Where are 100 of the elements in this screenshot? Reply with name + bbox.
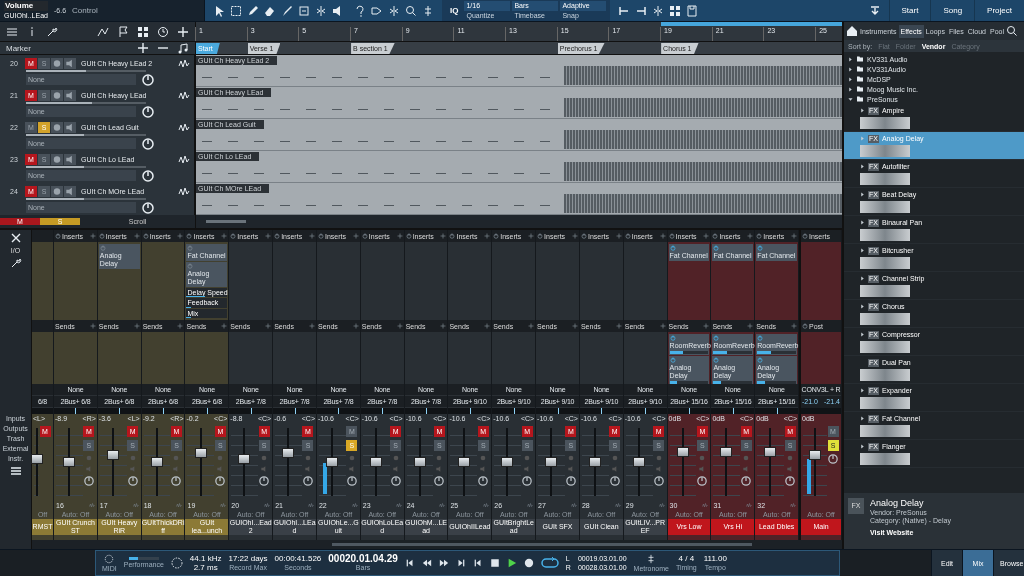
- split-tool-icon[interactable]: [315, 4, 327, 17]
- fader-thumb[interactable]: [369, 457, 382, 467]
- fader-thumb[interactable]: [282, 448, 295, 459]
- pan-knob-icon[interactable]: [609, 476, 620, 486]
- power-icon[interactable]: [713, 245, 720, 251]
- send-level-fill[interactable]: [713, 381, 722, 384]
- scrollbar-thumb[interactable]: [206, 220, 246, 223]
- fader-thumb[interactable]: [194, 448, 207, 459]
- caret-icon[interactable]: [860, 276, 865, 281]
- caret-icon[interactable]: [860, 248, 865, 253]
- rewind-icon[interactable]: [421, 558, 432, 568]
- download-icon[interactable]: [868, 4, 881, 17]
- fader-thumb[interactable]: [720, 446, 733, 457]
- play-icon[interactable]: [506, 558, 517, 568]
- return-to-zero-icon[interactable]: [472, 558, 483, 568]
- power-icon[interactable]: [580, 233, 587, 239]
- power-icon[interactable]: [361, 233, 368, 239]
- track-list-icon[interactable]: [6, 25, 18, 38]
- knob-icon[interactable]: [828, 454, 838, 464]
- record-arm-icon[interactable]: [51, 89, 63, 101]
- close-icon[interactable]: [9, 232, 22, 244]
- monitor-icon[interactable]: [64, 153, 76, 165]
- power-icon[interactable]: [713, 357, 720, 363]
- eraser-tool-icon[interactable]: [264, 4, 276, 17]
- scrollbar-thumb[interactable]: [332, 543, 752, 546]
- home-icon[interactable]: [846, 25, 858, 37]
- caret-icon[interactable]: [860, 444, 865, 449]
- timecode-icon[interactable]: [157, 25, 169, 38]
- marker-track-icon[interactable]: [117, 25, 129, 38]
- search-icon[interactable]: [1006, 25, 1019, 37]
- pan-knob-icon[interactable]: [346, 476, 357, 486]
- settings-icon[interactable]: [9, 257, 22, 269]
- power-icon[interactable]: [230, 233, 237, 239]
- settings-icon[interactable]: [46, 25, 58, 38]
- page-button[interactable]: Start: [888, 0, 931, 21]
- pan-knob-icon[interactable]: [478, 476, 489, 486]
- layout-icon[interactable]: [669, 4, 682, 17]
- send-level-slider[interactable]: [669, 381, 709, 384]
- input-monitor-icon[interactable]: [142, 73, 154, 86]
- power-icon[interactable]: [713, 335, 720, 341]
- caret-icon[interactable]: [848, 86, 853, 92]
- save-icon[interactable]: [686, 4, 699, 17]
- power-icon[interactable]: [274, 233, 281, 239]
- caret-icon[interactable]: [848, 56, 853, 62]
- sync-icon[interactable]: [170, 557, 183, 569]
- fader-thumb[interactable]: [632, 457, 645, 467]
- caret-icon[interactable]: [860, 108, 865, 113]
- caret-icon[interactable]: [860, 164, 865, 169]
- pan-knob-icon[interactable]: [215, 476, 226, 486]
- pan-knob-icon[interactable]: [127, 476, 138, 486]
- arrow-tool-icon[interactable]: [213, 4, 225, 17]
- power-icon[interactable]: [756, 233, 763, 239]
- fader-thumb[interactable]: [808, 450, 821, 461]
- caret-icon[interactable]: [860, 388, 865, 393]
- add-track-icon[interactable]: [177, 25, 189, 38]
- fader-thumb[interactable]: [63, 457, 76, 467]
- pan-knob-icon[interactable]: [697, 476, 708, 486]
- power-icon[interactable]: [449, 233, 456, 239]
- add-marker-icon[interactable]: [137, 42, 149, 54]
- fader-thumb[interactable]: [457, 457, 470, 467]
- input-monitor-icon[interactable]: [142, 201, 154, 214]
- record-icon[interactable]: [523, 558, 534, 568]
- page-button[interactable]: Project: [974, 0, 1024, 21]
- input-monitor-icon[interactable]: [142, 169, 154, 182]
- fader-thumb[interactable]: [501, 457, 514, 467]
- power-icon[interactable]: [712, 233, 719, 239]
- waveform-icon[interactable]: [178, 121, 190, 133]
- previous-icon[interactable]: [404, 558, 415, 568]
- scrollbar[interactable]: [195, 215, 842, 228]
- caret-icon[interactable]: [860, 192, 865, 197]
- power-icon[interactable]: [142, 233, 149, 239]
- pan-knob-icon[interactable]: [302, 476, 313, 486]
- record-arm-icon[interactable]: [51, 121, 63, 133]
- power-icon[interactable]: [55, 233, 61, 239]
- power-icon[interactable]: [624, 233, 631, 239]
- waveform-icon[interactable]: [178, 153, 190, 165]
- power-icon[interactable]: [537, 233, 544, 239]
- pan-knob-icon[interactable]: [785, 476, 796, 486]
- fader-thumb[interactable]: [238, 454, 251, 465]
- loop-icon[interactable]: [540, 557, 559, 569]
- waveform-icon[interactable]: [178, 89, 190, 101]
- record-arm-icon[interactable]: [51, 153, 63, 165]
- waveform-icon[interactable]: [178, 57, 190, 69]
- caret-icon[interactable]: [848, 96, 853, 102]
- metronome-icon[interactable]: [646, 553, 657, 564]
- caret-icon[interactable]: [860, 304, 865, 309]
- power-icon[interactable]: [669, 245, 676, 251]
- monitor-icon[interactable]: [64, 57, 76, 69]
- record-arm-icon[interactable]: [51, 57, 63, 69]
- waveform-icon[interactable]: [178, 185, 190, 197]
- snap-start-icon[interactable]: [618, 4, 631, 17]
- monitor-icon[interactable]: [64, 185, 76, 197]
- pan-knob-icon[interactable]: [653, 476, 664, 486]
- power-icon[interactable]: [317, 233, 324, 239]
- power-icon[interactable]: [757, 335, 764, 341]
- record-arm-icon[interactable]: [51, 185, 63, 197]
- power-icon[interactable]: [802, 323, 808, 329]
- help-icon[interactable]: [354, 4, 366, 17]
- pan-knob-icon[interactable]: [171, 476, 182, 486]
- caret-icon[interactable]: [848, 66, 853, 72]
